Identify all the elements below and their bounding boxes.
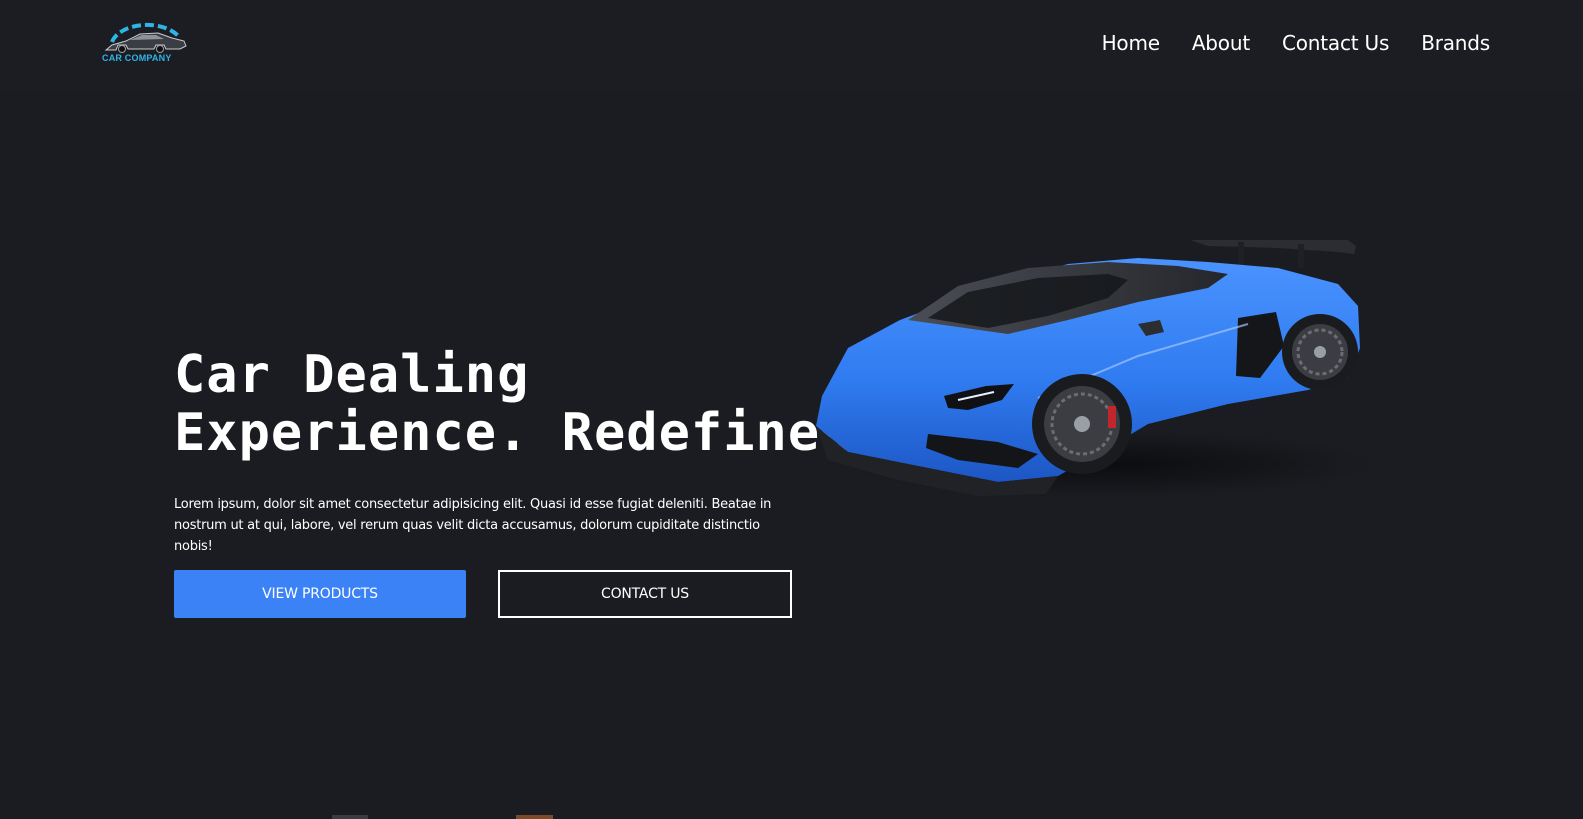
hero-title-line-1: Car Dealing bbox=[174, 345, 530, 405]
site-header: CAR COMPANY Home About Contact Us Brands bbox=[0, 0, 1583, 90]
nav-home[interactable]: Home bbox=[1102, 31, 1160, 55]
contact-us-button[interactable]: CONTACT US bbox=[498, 570, 792, 618]
hero-title-line-2: Experience. Redefined! bbox=[174, 403, 885, 463]
bottom-thumbnail-1 bbox=[332, 815, 368, 819]
car-logo-icon[interactable]: CAR COMPANY bbox=[100, 20, 190, 64]
nav-about[interactable]: About bbox=[1192, 31, 1250, 55]
logo-text: CAR COMPANY bbox=[102, 53, 172, 63]
main-nav: Home About Contact Us Brands bbox=[1102, 31, 1491, 55]
blue-sports-car-image bbox=[808, 228, 1380, 512]
nav-brands[interactable]: Brands bbox=[1421, 31, 1490, 55]
hero-title: Car Dealing Experience. Redefined! bbox=[174, 345, 885, 463]
view-products-button[interactable]: VIEW PRODUCTS bbox=[174, 570, 466, 618]
hero-description: Lorem ipsum, dolor sit amet consectetur … bbox=[174, 497, 772, 554]
bottom-thumbnail-2 bbox=[516, 815, 553, 819]
page: CAR COMPANY Home About Contact Us Brands… bbox=[0, 0, 1583, 819]
nav-contact-us[interactable]: Contact Us bbox=[1282, 31, 1389, 55]
